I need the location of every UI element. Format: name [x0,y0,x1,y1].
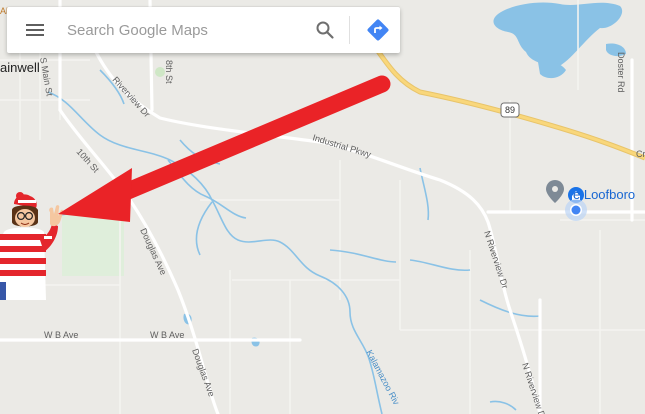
road-label-cr: Cr [636,149,645,159]
town-label: ainwell [0,60,40,75]
directions-icon [367,19,389,41]
poi-label[interactable]: e Loofboro [573,187,635,202]
map-canvas[interactable]: 89 Riverview Dr Industrial Pkwy 10th St … [0,0,645,414]
search-button[interactable] [307,7,343,53]
my-location-dot-icon[interactable] [565,199,587,221]
directions-button[interactable] [356,7,400,53]
search-divider [349,16,350,44]
road-label-8th-st: 8th St [164,60,174,84]
park-area [62,212,124,276]
highway-shield: 89 [500,102,520,118]
road-label-doster: Doster Rd [616,52,626,93]
park-dot [155,67,165,77]
menu-button[interactable] [7,7,63,53]
road-label-wb-ave-right: W B Ave [150,330,184,340]
search-icon [316,21,334,39]
highway-shield-label: 89 [505,105,515,115]
hamburger-menu-icon [26,24,44,36]
road-label-wb-ave-left: W B Ave [44,330,78,340]
search-box [7,7,400,53]
search-input[interactable] [63,21,307,39]
